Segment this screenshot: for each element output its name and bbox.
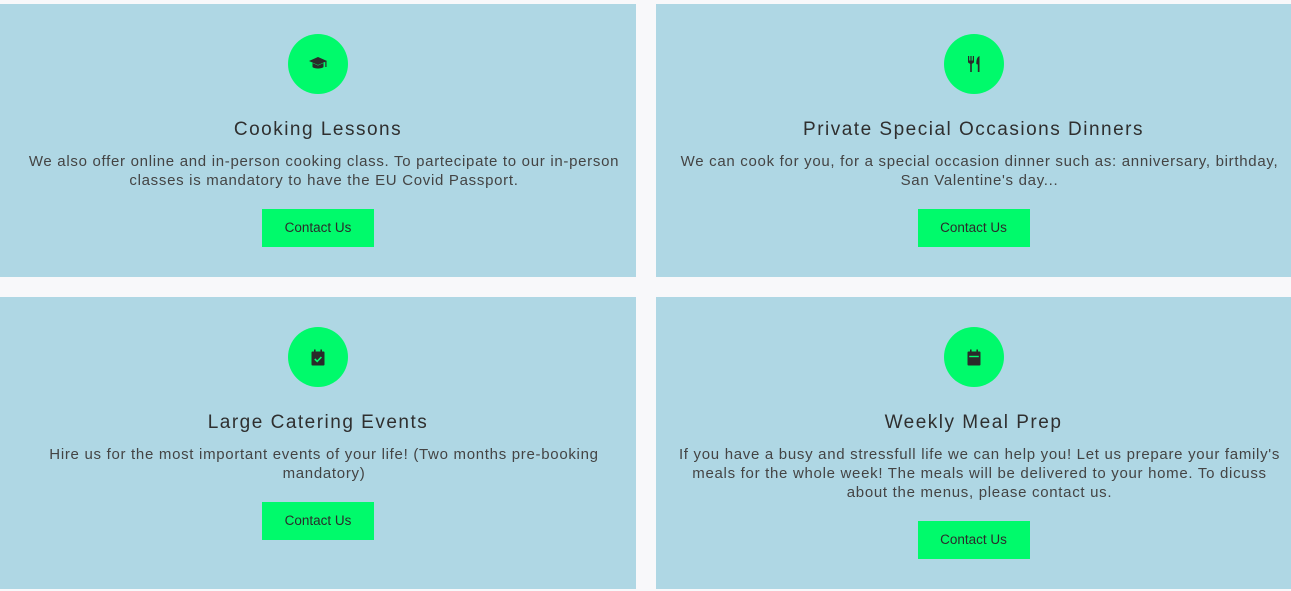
service-card-weekly-meal-prep: Weekly Meal Prep If you have a busy and … xyxy=(656,297,1291,589)
contact-us-button[interactable]: Contact Us xyxy=(917,209,1030,247)
service-card-catering-events: Large Catering Events Hire us for the mo… xyxy=(0,297,636,589)
card-title: Weekly Meal Prep xyxy=(884,412,1063,433)
contact-us-button[interactable]: Contact Us xyxy=(262,209,374,247)
calendar-icon xyxy=(966,349,982,366)
card-description: We also offer online and in-person cooki… xyxy=(28,153,620,189)
card-description: If you have a busy and stressfull life w… xyxy=(678,446,1281,501)
graduation-cap-icon xyxy=(308,56,328,72)
service-card-cooking-lessons: Cooking Lessons We also offer online and… xyxy=(0,4,636,277)
card-title: Large Catering Events xyxy=(207,412,429,433)
card-title: Private Special Occasions Dinners xyxy=(803,119,1144,140)
service-card-private-dinners: Private Special Occasions Dinners We can… xyxy=(656,4,1291,277)
calendar-check-icon xyxy=(310,349,326,366)
icon-circle xyxy=(943,34,1004,94)
card-description: Hire us for the most important events of… xyxy=(49,446,599,482)
icon-circle xyxy=(288,327,348,387)
icon-circle xyxy=(943,327,1004,387)
contact-us-button[interactable]: Contact Us xyxy=(262,502,374,540)
card-title: Cooking Lessons xyxy=(233,119,403,140)
utensils-icon xyxy=(966,55,982,73)
contact-us-button[interactable]: Contact Us xyxy=(917,521,1030,559)
card-description: We can cook for you, for a special occas… xyxy=(680,153,1279,189)
icon-circle xyxy=(288,34,348,94)
